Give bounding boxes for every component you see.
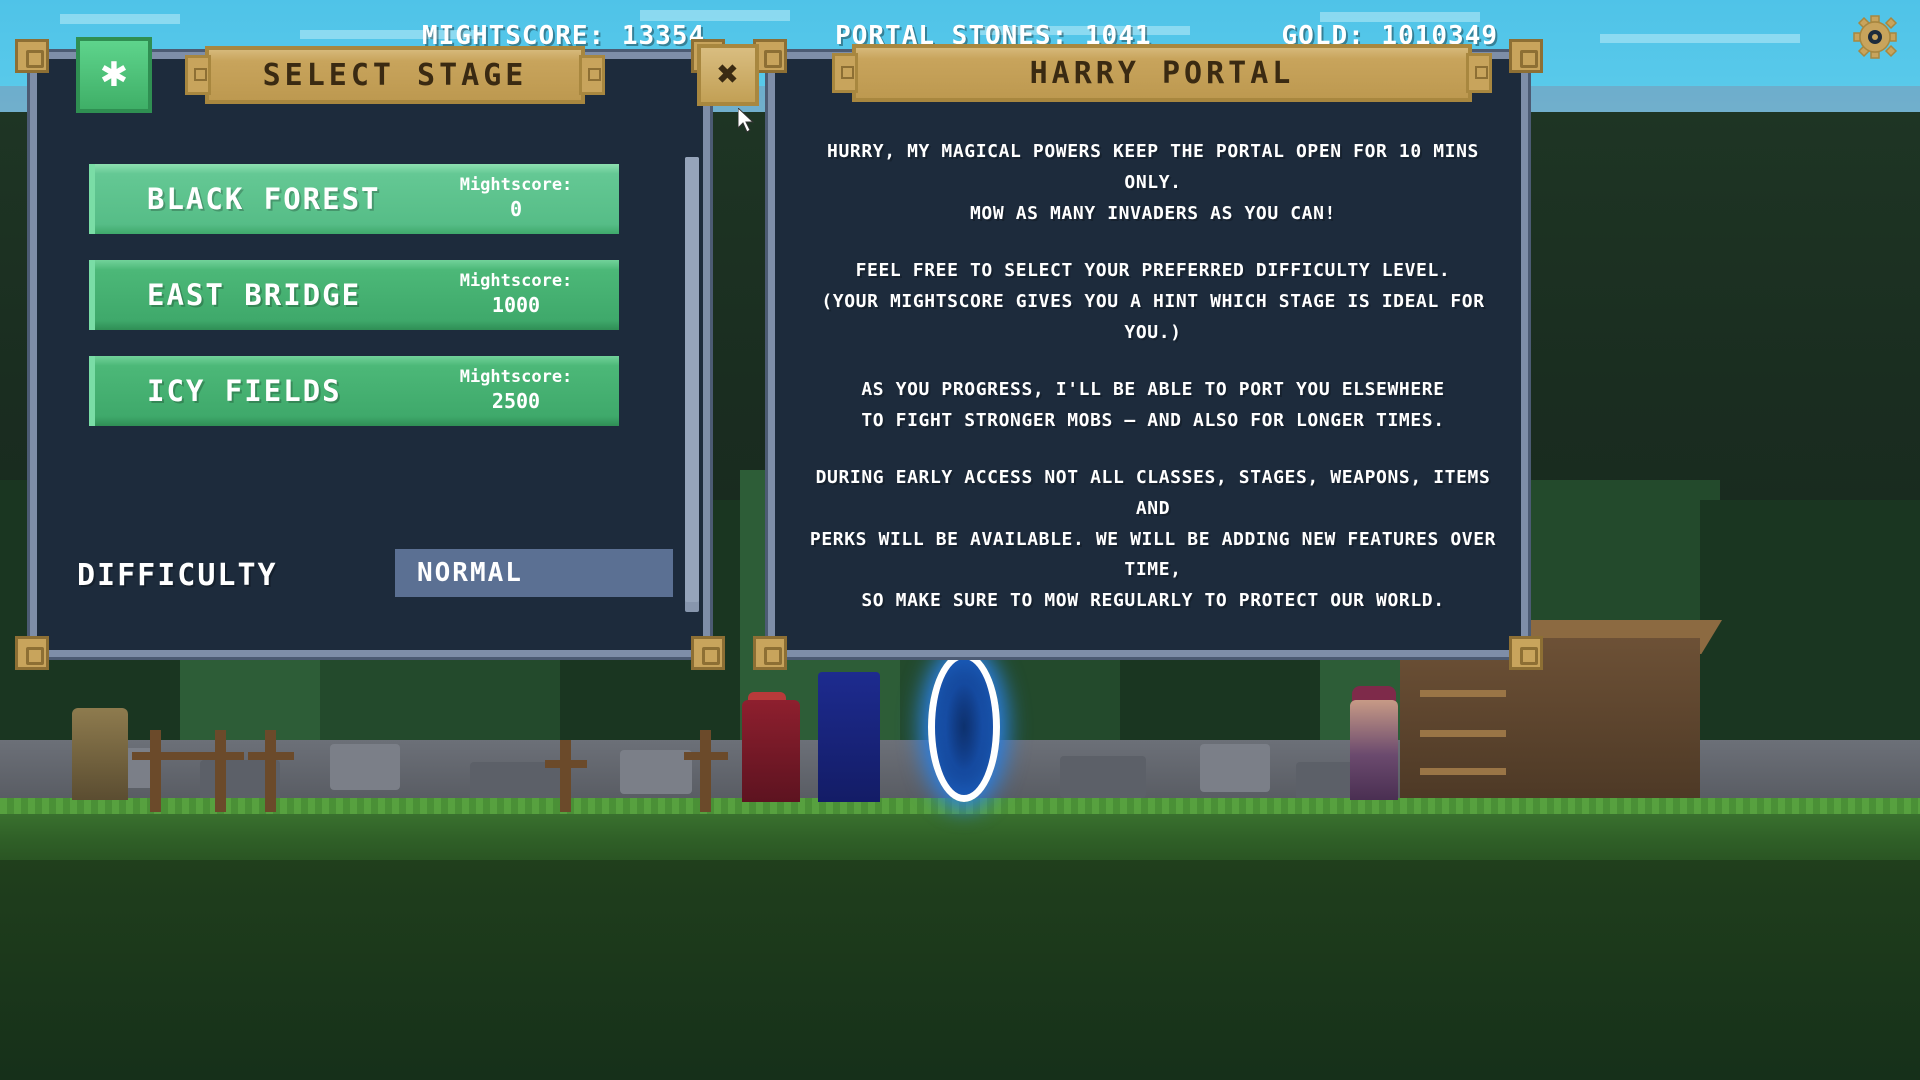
panel-corner-bolt	[753, 636, 787, 670]
stage-mightscore: Mightscore: 1000	[429, 271, 619, 319]
rock	[1200, 744, 1270, 792]
stage-button-black-forest[interactable]: BLACK FOREST Mightscore: 0	[89, 164, 619, 234]
stage-list: BLACK FOREST Mightscore: 0 EAST BRIDGE M…	[89, 164, 649, 452]
mightscore-label: Mightscore:	[459, 174, 573, 195]
portal-ring	[928, 652, 1000, 802]
fence-post	[215, 730, 226, 812]
stage-name-label: BLACK FOREST	[147, 182, 381, 216]
rock	[470, 762, 560, 802]
panel-corner-bolt	[15, 636, 49, 670]
mightscore-label: Mightscore:	[459, 366, 573, 387]
fence-rail	[248, 752, 294, 760]
cloud	[1600, 34, 1800, 43]
harry-portal-title-plaque: HARRY PORTAL	[832, 44, 1492, 102]
cloud	[1320, 12, 1480, 22]
hero-character	[742, 700, 800, 802]
cloud	[60, 14, 180, 24]
portal-text-line: MOW AS MANY INVADERS AS YOU CAN!	[970, 202, 1336, 224]
portal-text-line: TO FIGHT STRONGER MOBS — AND ALSO FOR LO…	[861, 409, 1445, 431]
portal-text-line: (YOUR MIGHTSCORE GIVES YOU A HINT WHICH …	[821, 290, 1485, 343]
portal-text-line: SO MAKE SURE TO MOW REGULARLY TO PROTECT…	[861, 590, 1445, 612]
rock	[620, 750, 692, 794]
portal-title: HARRY PORTAL	[1029, 55, 1295, 91]
stage-name-label: EAST BRIDGE	[147, 278, 362, 312]
rock	[330, 744, 400, 790]
mightscore-label: Mightscore:	[459, 270, 573, 291]
dirt	[0, 860, 1920, 1080]
select-stage-panel: BLACK FOREST Mightscore: 0 EAST BRIDGE M…	[15, 39, 725, 670]
stage-list-scrollbar[interactable]	[685, 157, 699, 612]
stage-mightscore: Mightscore: 2500	[429, 367, 619, 415]
rock	[1060, 756, 1146, 798]
mightscore-value: 0	[509, 197, 523, 222]
hut-shelf	[1420, 690, 1506, 697]
cloud	[640, 10, 790, 21]
plaque-tab-left	[185, 55, 211, 95]
portal-text-line: DURING EARLY ACCESS NOT ALL CLASSES, STA…	[815, 466, 1491, 519]
fence-rail	[684, 752, 728, 760]
fence-post	[700, 730, 711, 812]
cloud	[300, 30, 480, 39]
plaque-tab-right	[1466, 53, 1492, 93]
fence-rail	[132, 752, 244, 760]
fence-rail	[545, 760, 587, 768]
hut-shelf	[1420, 768, 1506, 775]
close-x-icon: ✖	[717, 54, 739, 95]
star-icon-button[interactable]: ✱	[76, 37, 152, 113]
portal-text-line: FEEL FREE TO SELECT YOUR PREFERRED DIFFI…	[855, 259, 1451, 281]
difficulty-row: DIFFICULTY NORMAL	[77, 549, 677, 601]
page-title: SELECT STAGE	[262, 57, 528, 93]
stage-name-label: ICY FIELDS	[147, 374, 342, 408]
gear-icon[interactable]	[1852, 14, 1898, 60]
hut-shelf	[1420, 730, 1506, 737]
difficulty-selected-value: NORMAL	[417, 558, 523, 588]
select-stage-title-plaque: SELECT STAGE	[185, 46, 605, 104]
blue-golem	[818, 672, 880, 802]
plaque-tab-left	[832, 53, 858, 93]
panel-corner-bolt	[1509, 636, 1543, 670]
fence-post	[265, 730, 276, 812]
star-icon: ✱	[99, 55, 129, 95]
close-button[interactable]: ✖	[697, 44, 759, 106]
panel-corner-bolt	[1509, 39, 1543, 73]
scrollbar-thumb[interactable]	[685, 157, 699, 602]
merchant-hut	[1400, 638, 1700, 806]
fence-post	[560, 740, 571, 812]
mightscore-value: 1000	[491, 293, 541, 318]
portal-text-line: HURRY, MY MAGICAL POWERS KEEP THE PORTAL…	[827, 141, 1479, 193]
stage-button-icy-fields[interactable]: ICY FIELDS Mightscore: 2500	[89, 356, 619, 426]
difficulty-dropdown[interactable]: NORMAL	[395, 549, 673, 597]
portal-text-line: PERKS WILL BE AVAILABLE. WE WILL BE ADDI…	[809, 528, 1497, 581]
panel-corner-bolt	[691, 636, 725, 670]
stage-button-east-bridge[interactable]: EAST BRIDGE Mightscore: 1000	[89, 260, 619, 330]
villager-npc	[1350, 700, 1398, 800]
soldier-npc	[72, 708, 128, 800]
panel-corner-bolt	[15, 39, 49, 73]
harry-portal-panel: HURRY, MY MAGICAL POWERS KEEP THE PORTAL…	[753, 39, 1543, 670]
difficulty-label: DIFFICULTY	[77, 557, 278, 593]
portal-description: HURRY, MY MAGICAL POWERS KEEP THE PORTAL…	[803, 137, 1503, 617]
portal-text-line: AS YOU PROGRESS, I'LL BE ABLE TO PORT YO…	[861, 378, 1445, 400]
fence-post	[150, 730, 161, 812]
mightscore-value: 2500	[491, 389, 541, 414]
cloud	[980, 26, 1190, 35]
stage-mightscore: Mightscore: 0	[429, 175, 619, 223]
plaque-tab-right	[579, 55, 605, 95]
